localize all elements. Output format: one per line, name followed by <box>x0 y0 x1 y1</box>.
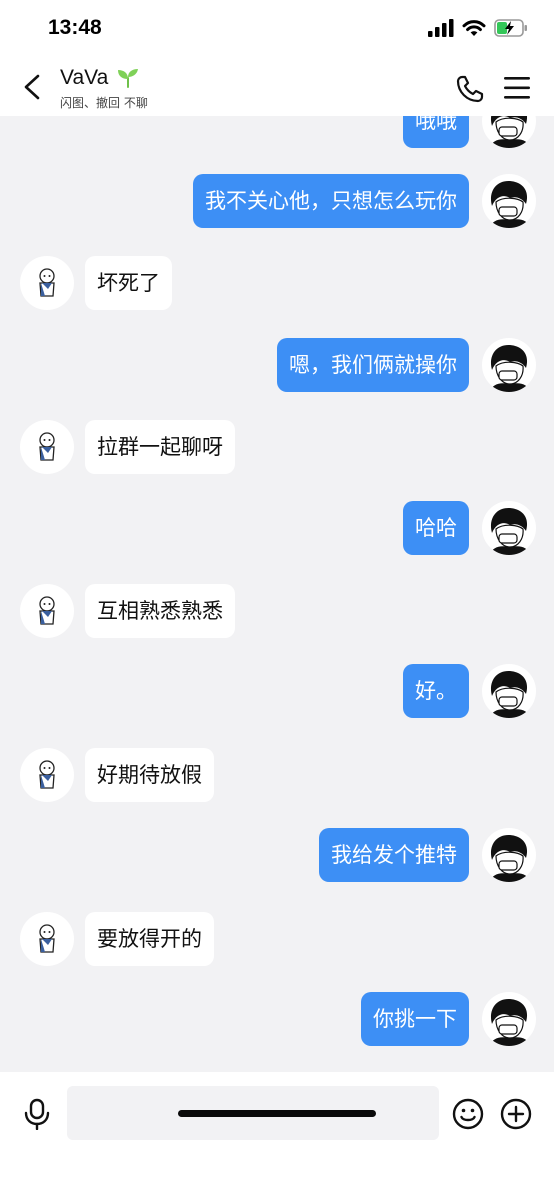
my-avatar[interactable] <box>482 992 536 1046</box>
contact-subtitle: 闪图、撤回 不聊 <box>60 96 148 110</box>
my-avatar[interactable] <box>482 664 536 718</box>
my-avatar[interactable] <box>482 501 536 555</box>
contact-avatar[interactable] <box>20 748 74 802</box>
message-bubble-outgoing[interactable]: 好。 <box>403 664 469 718</box>
contact-avatar[interactable] <box>20 256 74 310</box>
status-bar: 13:48 <box>0 0 554 58</box>
message-bubble-incoming[interactable]: 互相熟悉熟悉 <box>85 584 235 638</box>
phone-call-icon[interactable] <box>456 75 484 103</box>
emoji-icon[interactable] <box>452 1098 484 1130</box>
back-button[interactable] <box>18 72 48 102</box>
contact-name[interactable]: VaVa <box>60 66 140 90</box>
message-bubble-outgoing[interactable]: 我不关心他，只想怎么玩你 <box>193 174 469 228</box>
my-avatar[interactable] <box>482 174 536 228</box>
man-avatar-icon <box>490 998 530 1046</box>
cartoon-character-avatar-icon <box>39 596 55 625</box>
battery-charging-icon <box>494 19 527 37</box>
man-avatar-icon <box>490 344 530 392</box>
message-bubble-incoming[interactable]: 坏死了 <box>85 256 172 310</box>
man-avatar-icon <box>490 507 530 555</box>
chat-message-list[interactable]: 哦哦 我不关心他，只想怎么玩你 坏死了 嗯，我们俩就操你 拉群一起聊呀 哈哈 互… <box>0 116 554 1072</box>
menu-icon[interactable] <box>504 76 530 100</box>
home-indicator <box>178 1110 376 1117</box>
message-bubble-incoming[interactable]: 好期待放假 <box>85 748 214 802</box>
microphone-icon[interactable] <box>22 1098 52 1130</box>
message-bubble-incoming[interactable]: 拉群一起聊呀 <box>85 420 235 474</box>
cartoon-character-avatar-icon <box>39 924 55 953</box>
message-bubble-outgoing[interactable]: 哦哦 <box>403 116 469 148</box>
status-time: 13:48 <box>48 16 102 39</box>
message-input-bar <box>0 1072 554 1200</box>
my-avatar[interactable] <box>482 828 536 882</box>
man-avatar-icon <box>490 670 530 718</box>
message-bubble-outgoing[interactable]: 哈哈 <box>403 501 469 555</box>
sprout-icon <box>118 69 139 88</box>
man-avatar-icon <box>490 834 530 882</box>
message-bubble-incoming[interactable]: 要放得开的 <box>85 912 214 966</box>
message-bubble-outgoing[interactable]: 我给发个推特 <box>319 828 469 882</box>
contact-avatar[interactable] <box>20 584 74 638</box>
cartoon-character-avatar-icon <box>39 760 55 789</box>
man-avatar-icon <box>490 116 530 148</box>
cartoon-character-avatar-icon <box>39 432 55 461</box>
contact-avatar[interactable] <box>20 912 74 966</box>
contact-name-label: VaVa <box>60 66 109 89</box>
my-avatar[interactable] <box>482 338 536 392</box>
contact-avatar[interactable] <box>20 420 74 474</box>
my-avatar[interactable] <box>482 116 536 148</box>
status-icons <box>428 19 528 37</box>
chat-header: VaVa 闪图、撤回 不聊 <box>0 58 554 116</box>
man-avatar-icon <box>490 180 530 228</box>
cartoon-character-avatar-icon <box>39 268 55 297</box>
message-bubble-outgoing[interactable]: 嗯，我们俩就操你 <box>277 338 469 392</box>
cellular-signal-icon <box>428 19 454 37</box>
plus-icon[interactable] <box>500 1098 532 1130</box>
wifi-icon <box>462 20 486 36</box>
message-bubble-outgoing[interactable]: 你挑一下 <box>361 992 469 1046</box>
